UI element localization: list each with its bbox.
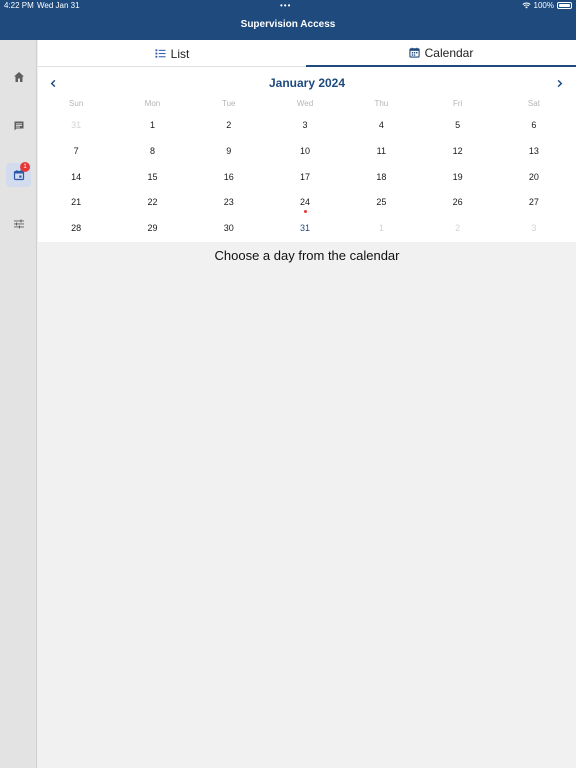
calendar-day[interactable]: 25: [343, 190, 419, 216]
app-title: Supervision Access: [240, 19, 336, 30]
calendar-day[interactable]: 22: [114, 190, 190, 216]
battery-percent: 100%: [533, 1, 554, 10]
calendar-week: 21 22 23 24 25 26 27: [38, 190, 576, 216]
weekday-header: Sun Mon Tue Wed Thu Fri Sat: [38, 99, 576, 111]
calendar-day-outside[interactable]: 1: [343, 216, 419, 242]
sliders-icon: [13, 219, 24, 229]
tab-calendar-label: Calendar: [424, 45, 474, 60]
main-content: List Calendar January 2024 Sun Mon Tue W…: [38, 40, 576, 768]
calendar-week: 7 8 9 10 11 12 13: [38, 139, 576, 165]
weekday-label: Wed: [296, 99, 314, 108]
day-number: 24: [300, 197, 311, 208]
home-icon: [13, 72, 24, 82]
calendar-day[interactable]: 23: [191, 190, 267, 216]
calendar-day[interactable]: 18: [343, 165, 419, 191]
calendar-day[interactable]: 28: [38, 216, 114, 242]
tab-list-label: List: [170, 46, 190, 61]
calendar-day-outside[interactable]: 3: [496, 216, 572, 242]
calendar-icon: [409, 47, 420, 58]
chevron-right-icon: [557, 79, 562, 87]
month-title: January 2024: [268, 76, 346, 90]
sidebar-item-messages[interactable]: [6, 114, 31, 138]
calendar-day[interactable]: 12: [419, 139, 495, 165]
calendar-day[interactable]: 4: [343, 113, 419, 139]
calendar-day[interactable]: 3: [267, 113, 343, 139]
calendar-week: 31 1 2 3 4 5 6: [38, 113, 576, 139]
calendar-day[interactable]: 6: [496, 113, 572, 139]
calendar-day-outside[interactable]: 2: [419, 216, 495, 242]
calendar-day[interactable]: 9: [191, 139, 267, 165]
sidebar-item-home[interactable]: [6, 65, 31, 89]
empty-state-message: Choose a day from the calendar: [214, 248, 400, 263]
weekday-label: Sun: [69, 99, 84, 108]
sidebar-item-calendar[interactable]: 1: [6, 162, 31, 187]
calendar-day[interactable]: 17: [267, 165, 343, 191]
calendar-day[interactable]: 26: [419, 190, 495, 216]
calendar-day[interactable]: 8: [114, 139, 190, 165]
calendar-day[interactable]: 20: [496, 165, 572, 191]
calendar-day[interactable]: 21: [38, 190, 114, 216]
multitasking-dots[interactable]: •••: [280, 1, 291, 10]
calendar-day-with-event[interactable]: 24: [267, 190, 343, 216]
status-indicators: 100%: [521, 1, 572, 10]
wifi-icon: [521, 2, 531, 9]
calendar: January 2024 Sun Mon Tue Wed Thu Fri Sat…: [38, 67, 576, 242]
calendar-day[interactable]: 7: [38, 139, 114, 165]
chat-icon: [14, 121, 23, 131]
calendar-day[interactable]: 29: [114, 216, 190, 242]
notification-badge: 1: [20, 162, 30, 172]
calendar-day[interactable]: 11: [343, 139, 419, 165]
tab-list[interactable]: List: [38, 40, 306, 67]
status-time: 4:22 PM: [4, 1, 34, 10]
weekday-label: Tue: [221, 99, 236, 108]
weekday-label: Fri: [452, 99, 463, 108]
calendar-week: 28 29 30 31 1 2 3: [38, 216, 576, 242]
event-dot: [303, 210, 307, 214]
calendar-day[interactable]: 14: [38, 165, 114, 191]
calendar-day-today[interactable]: 31: [267, 216, 343, 242]
list-icon: [155, 49, 166, 58]
calendar-day[interactable]: 10: [267, 139, 343, 165]
calendar-day-outside[interactable]: 31: [38, 113, 114, 139]
calendar-day[interactable]: 1: [114, 113, 190, 139]
calendar-day[interactable]: 19: [419, 165, 495, 191]
sidebar-item-settings[interactable]: [6, 212, 31, 236]
calendar-day[interactable]: 13: [496, 139, 572, 165]
calendar-day[interactable]: 16: [191, 165, 267, 191]
calendar-day[interactable]: 27: [496, 190, 572, 216]
battery-icon: [557, 2, 572, 9]
weekday-label: Mon: [144, 99, 161, 108]
calendar-grid: 31 1 2 3 4 5 6 7 8 9 10 11 12 13 14 15 1…: [38, 113, 576, 242]
calendar-week: 14 15 16 17 18 19 20: [38, 165, 576, 191]
top-bar: 4:22 PM Wed Jan 31 ••• 100% Supervision …: [0, 0, 576, 40]
calendar-day[interactable]: 15: [114, 165, 190, 191]
calendar-day[interactable]: 5: [419, 113, 495, 139]
calendar-day[interactable]: 30: [191, 216, 267, 242]
calendar-day[interactable]: 2: [191, 113, 267, 139]
status-date: Wed Jan 31: [37, 1, 80, 10]
weekday-label: Sat: [527, 99, 540, 108]
sidebar: 1: [0, 40, 37, 768]
weekday-label: Thu: [374, 99, 389, 108]
view-tabs: List Calendar: [38, 40, 576, 67]
next-month-button[interactable]: [551, 75, 567, 91]
tab-calendar[interactable]: Calendar: [306, 40, 576, 67]
